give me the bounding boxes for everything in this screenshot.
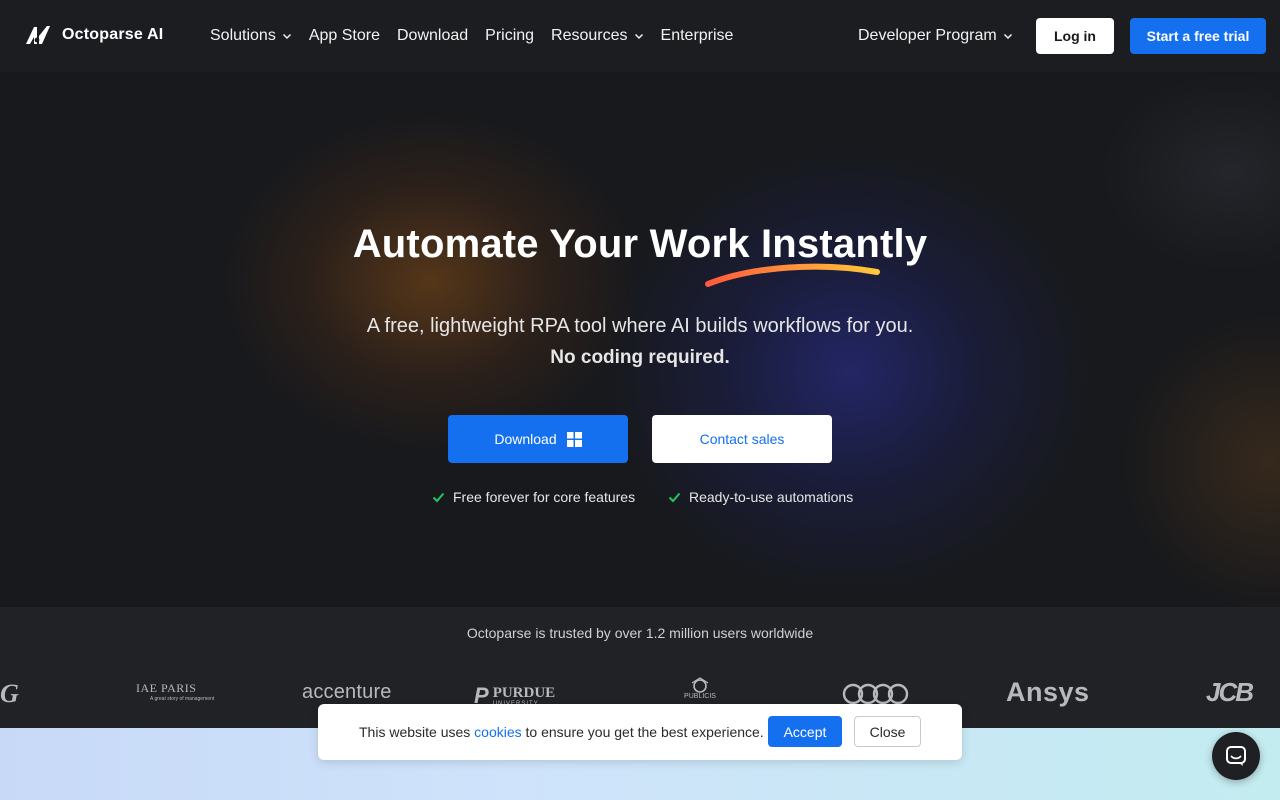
hero-section: Automate Your Work Instantly A free, lig…: [0, 72, 1280, 607]
background-glow: [220, 112, 640, 452]
chevron-down-icon: [634, 33, 643, 40]
logo-text: IAE PARIS: [136, 681, 197, 695]
hero-headline: Automate Your Work Instantly: [352, 222, 928, 266]
octoparse-logo-icon: [26, 26, 50, 44]
logo-text: JCB: [1206, 677, 1254, 707]
close-cookie-button[interactable]: Close: [854, 716, 921, 747]
logo-text: Ansys: [1006, 677, 1090, 707]
contact-sales-button[interactable]: Contact sales: [652, 415, 832, 463]
logo-tagline: A great story of management: [150, 696, 215, 702]
logo-text: accenture: [302, 681, 392, 703]
main-menu: Solutions App Store Download Pricing Res…: [210, 0, 733, 72]
cookie-message: This website uses cookies to ensure you …: [359, 724, 764, 740]
nav-item-enterprise[interactable]: Enterprise: [661, 27, 734, 45]
nav-item-app-store[interactable]: App Store: [309, 27, 380, 45]
nav-item-pricing[interactable]: Pricing: [485, 27, 534, 45]
hero-subtitle-strong: No coding required.: [550, 347, 730, 368]
nav-item-resources[interactable]: Resources: [551, 27, 643, 45]
accept-cookies-button[interactable]: Accept: [768, 716, 842, 747]
nav-item-solutions[interactable]: Solutions: [210, 27, 292, 45]
customer-logo-publicis: PUBLICIS: [680, 677, 720, 700]
chevron-down-icon: [282, 33, 291, 40]
underline-swoosh: [705, 263, 880, 287]
customer-logo-ansys: Ansys: [1006, 677, 1090, 708]
nav-item-label: Solutions: [210, 27, 276, 44]
chevron-down-icon: [1003, 33, 1012, 40]
download-button-label: Download: [494, 431, 557, 447]
nav-item-download[interactable]: Download: [397, 27, 468, 45]
feature-label: Ready-to-use automations: [689, 489, 854, 505]
login-button[interactable]: Log in: [1036, 18, 1114, 54]
customer-logo-audi: [842, 683, 909, 705]
nav-item-label: Pricing: [485, 27, 535, 44]
cookie-banner: This website uses cookies to ensure you …: [318, 704, 962, 760]
brand-logo[interactable]: Octoparse AI: [24, 24, 163, 46]
nav-item-developer-program[interactable]: Developer Program: [858, 0, 1013, 72]
lion-emblem-icon: [691, 677, 709, 693]
logo-text: PURDUE: [492, 684, 556, 701]
background-glow: [600, 142, 1100, 602]
check-icon: [668, 492, 681, 502]
hero-subtitle: A free, lightweight RPA tool where AI bu…: [366, 315, 914, 337]
cookie-text-before: This website uses: [359, 724, 475, 740]
download-button[interactable]: Download: [448, 415, 628, 463]
customer-logo-jcb: JCB: [1206, 677, 1254, 708]
nav-item-label: Enterprise: [660, 27, 734, 44]
feature-item: Ready-to-use automations: [668, 489, 853, 505]
customer-logo-g: G: [0, 679, 19, 709]
logo-text: PUBLICIS: [684, 693, 716, 700]
brand-name: Octoparse AI: [62, 26, 164, 43]
feature-label: Free forever for core features: [453, 489, 636, 505]
nav-item-label: Developer Program: [858, 27, 997, 44]
customer-logo-accenture: accenture: [302, 681, 392, 704]
feature-item: Free forever for core features: [432, 489, 635, 505]
windows-icon: [566, 431, 582, 447]
nav-item-label: App Store: [308, 27, 380, 44]
start-free-trial-button[interactable]: Start a free trial: [1130, 18, 1266, 54]
trusted-by-text: Octoparse is trusted by over 1.2 million…: [466, 625, 814, 641]
cookie-text-after: to ensure you get the best experience.: [521, 724, 764, 740]
cookies-link[interactable]: cookies: [474, 724, 521, 740]
nav-item-label: Download: [396, 27, 469, 44]
customer-logo-iae-paris: IAE PARIS A great story of management: [136, 681, 214, 702]
chat-icon: [1226, 746, 1246, 766]
chat-launcher-button[interactable]: [1212, 732, 1260, 780]
logo-text: G: [0, 679, 19, 708]
top-nav: Octoparse AI Solutions App Store Downloa…: [0, 0, 1280, 72]
nav-item-label: Resources: [551, 27, 628, 44]
check-icon: [432, 492, 445, 502]
